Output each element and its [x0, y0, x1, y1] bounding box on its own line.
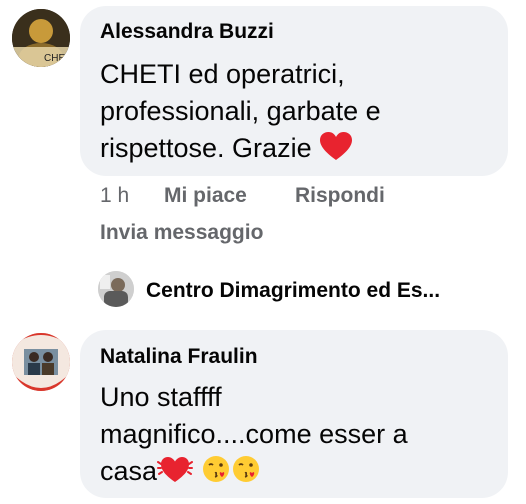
comment-text-line: magnifico....come esser a	[100, 419, 408, 449]
comment-text-line: CHETI ed operatrici,	[100, 59, 345, 89]
red-heart-icon	[319, 131, 353, 171]
avatar-photo	[98, 271, 134, 307]
send-message-button[interactable]: Invia messaggio	[100, 221, 263, 245]
reply-preview-author[interactable]: Centro Dimagrimento ed Es...	[146, 279, 440, 303]
comment-text-line: professionali, garbate e	[100, 96, 381, 126]
avatar-natalina-fraulin[interactable]	[12, 333, 70, 391]
comment-text-fragment: rispettose. Grazie	[100, 133, 312, 163]
comment-author[interactable]: Natalina Fraulin	[100, 345, 258, 369]
beating-heart-icon	[157, 454, 194, 494]
comment-text-line: casa	[100, 453, 500, 494]
avatar-caption: CHE	[44, 53, 66, 64]
reply-button[interactable]: Rispondi	[295, 184, 385, 208]
avatar-photo	[12, 333, 70, 391]
comment-timestamp[interactable]: 1 h	[100, 184, 129, 208]
avatar-centro-dimagrimento[interactable]	[98, 271, 134, 307]
comment-text-line: Uno staffff	[100, 382, 222, 412]
comment-text-fragment: casa	[100, 456, 158, 486]
face-blowing-kiss-icon	[201, 454, 231, 494]
avatar-alessandra-buzzi[interactable]: CHE	[12, 9, 70, 67]
comment-text: Uno staffff magnifico....come esser a ca…	[100, 379, 500, 494]
comment-author[interactable]: Alessandra Buzzi	[100, 20, 274, 44]
like-button[interactable]: Mi piace	[164, 184, 247, 208]
comment-text-line: rispettose. Grazie	[100, 130, 500, 171]
comment-text: CHETI ed operatrici, professionali, garb…	[100, 56, 500, 171]
face-blowing-kiss-icon	[231, 454, 261, 494]
